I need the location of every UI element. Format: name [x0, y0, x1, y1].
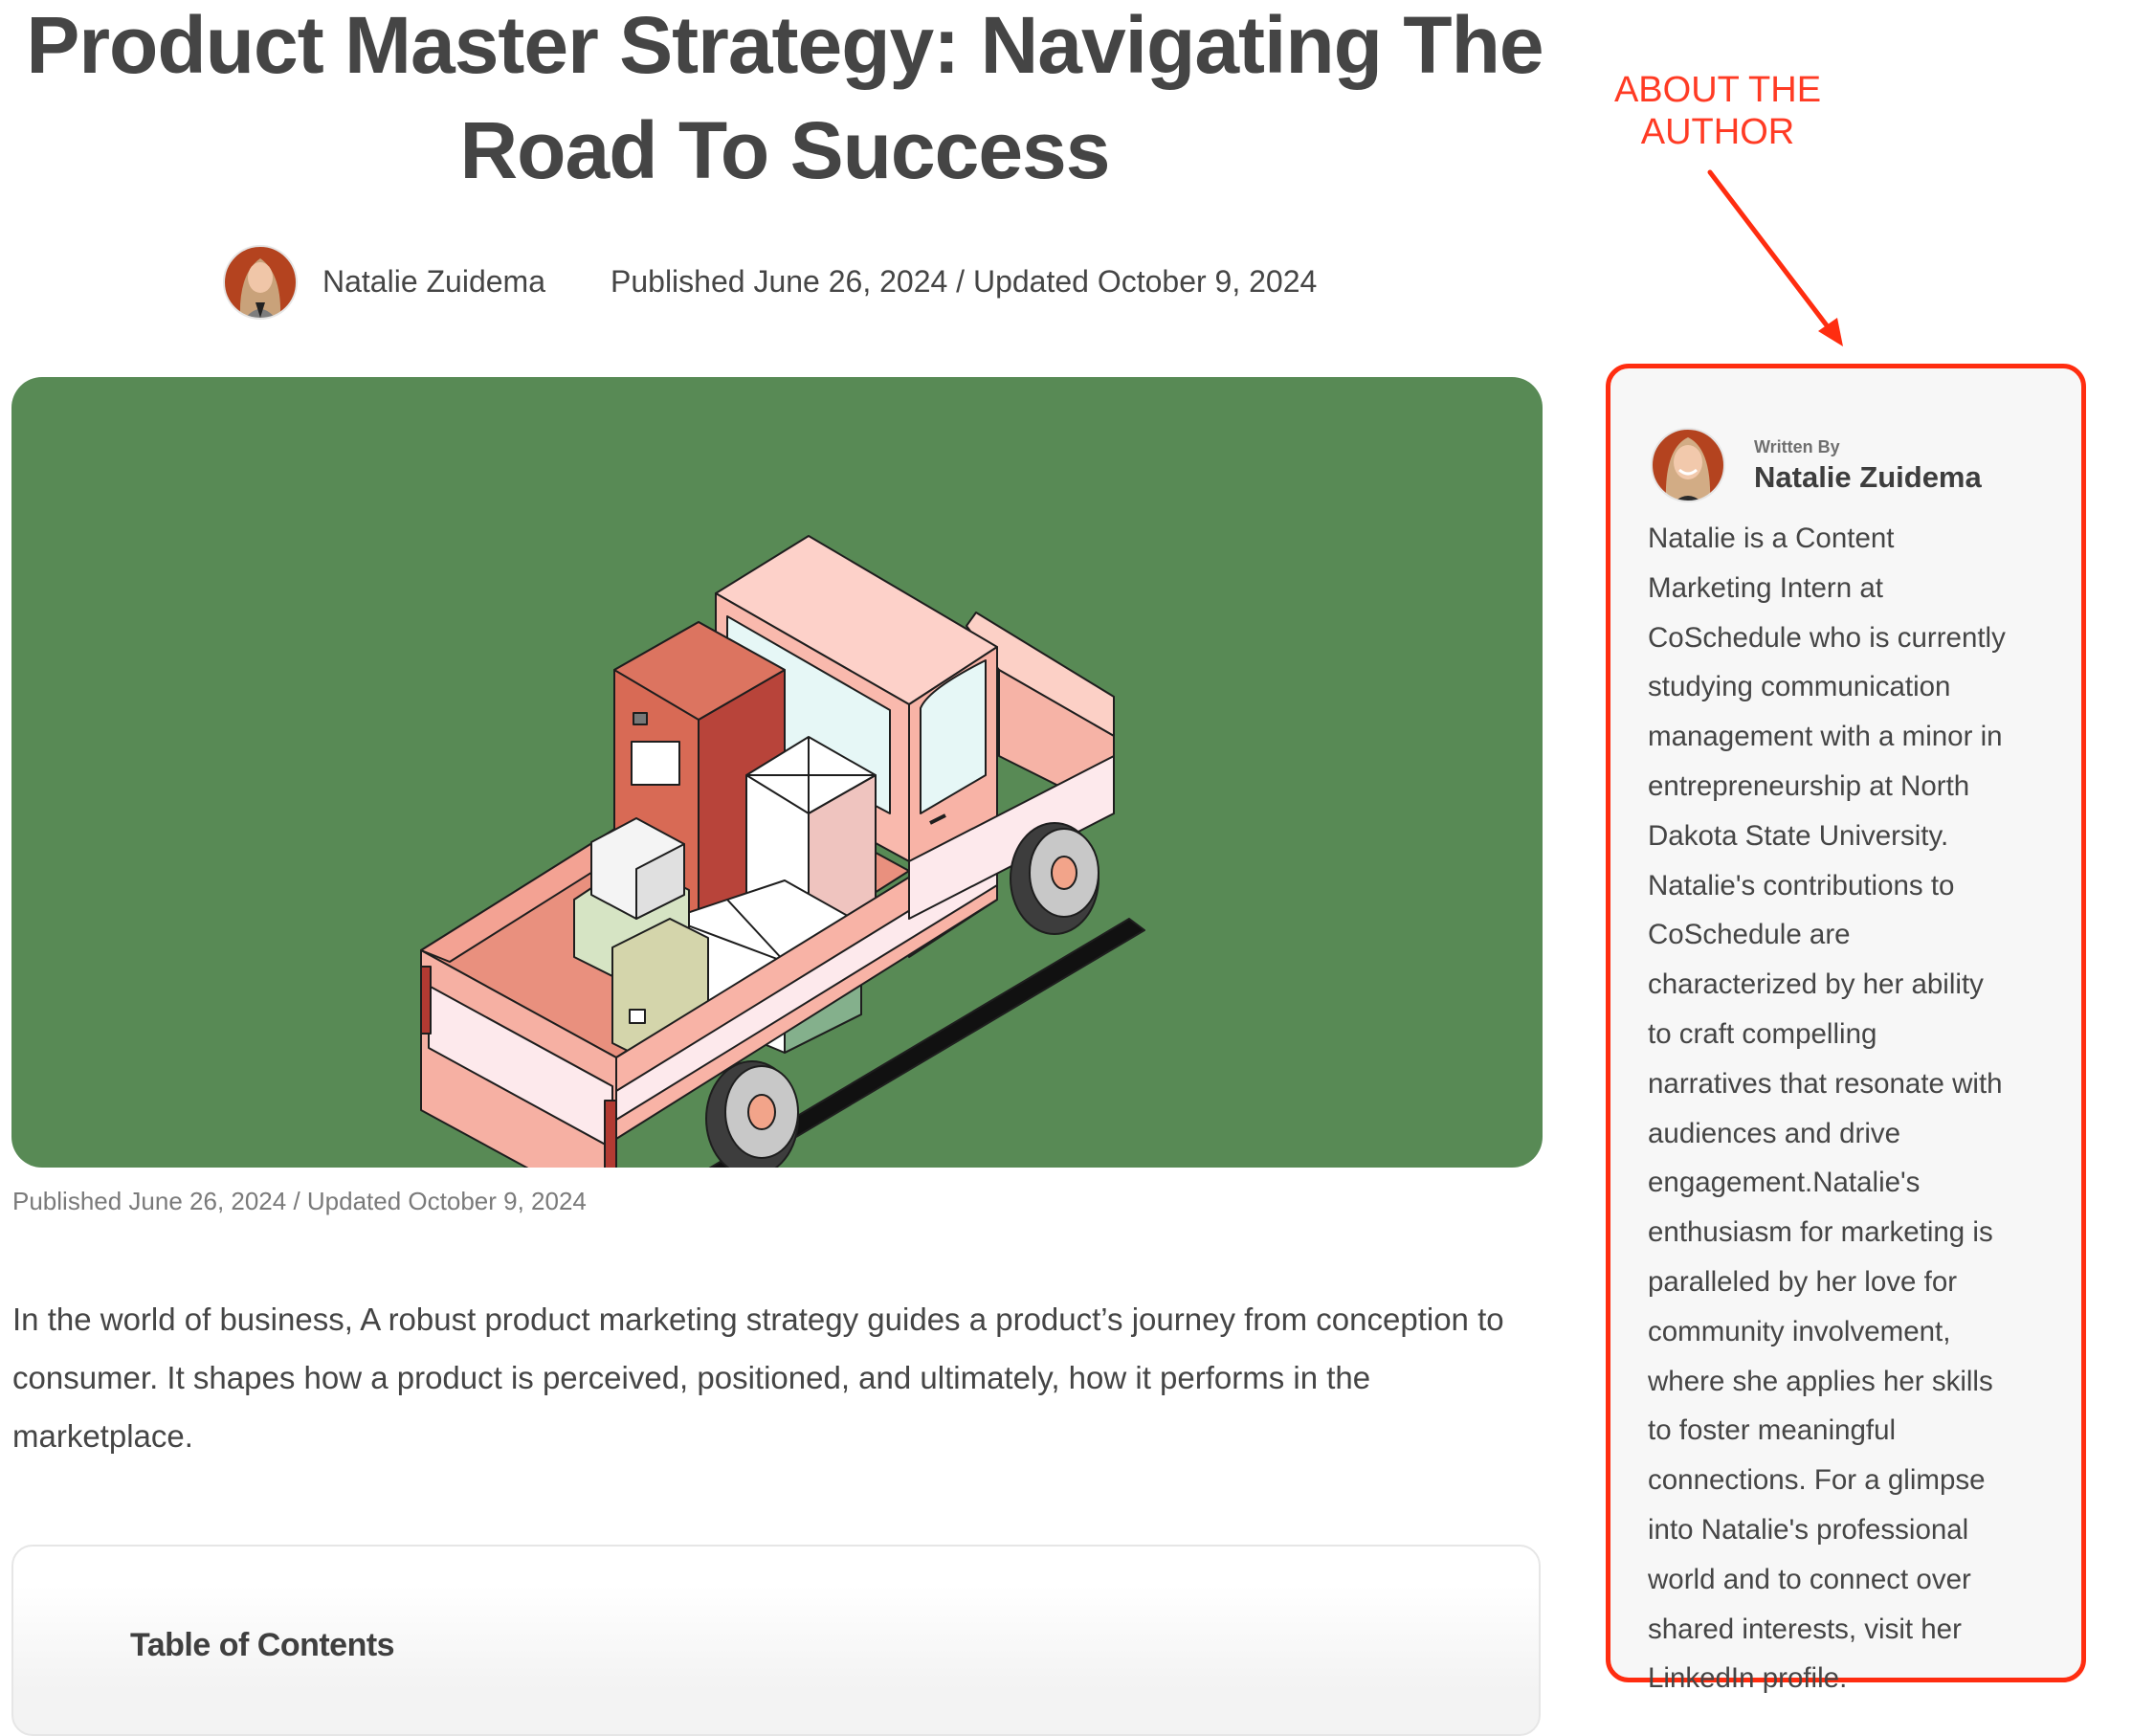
author-bio-line: into Natalie's professional: [1648, 1513, 1969, 1546]
annotation-label: ABOUT THE AUTHOR: [1588, 69, 1847, 153]
intro-paragraph: In the world of business, A robust produ…: [12, 1302, 1504, 1454]
author-bio-line: studying communication: [1648, 671, 1951, 703]
author-bio-line: community involvement,: [1648, 1315, 1951, 1347]
author-bio-line: CoSchedule who is currently: [1648, 621, 2006, 654]
table-of-contents: Table of Contents: [11, 1545, 1541, 1736]
author-bio-line[interactable]: LinkedIn profile.: [1648, 1654, 2050, 1703]
author-avatar[interactable]: [223, 245, 298, 320]
author-bio-line: paralleled by her love for: [1648, 1265, 1958, 1298]
image-caption-dates: Published June 26, 2024 / Updated Octobe…: [12, 1187, 587, 1215]
author-bio-line: connections. For a glimpse: [1648, 1464, 1986, 1497]
author-bio-line: Natalie is a Content: [1648, 523, 1895, 554]
author-bio: Natalie is a Content Marketing Intern at C…: [1648, 514, 2050, 1703]
author-bio-line: CoSchedule are: [1648, 919, 1851, 951]
author-bio-line: shared interests, visit her: [1648, 1613, 1962, 1645]
author-bio-line: to foster meaningful: [1648, 1414, 1897, 1447]
written-by-label: Written By: [1754, 437, 1840, 456]
author-bio-line: enthusiasm for marketing is: [1648, 1216, 1993, 1249]
author-bio-line: where she applies her skills: [1648, 1365, 1993, 1397]
hero-image: [11, 377, 1543, 1168]
author-bio-line: world and to connect over: [1648, 1563, 1971, 1595]
toc-title: Table of Contents: [130, 1627, 395, 1663]
truck-illustration: [420, 535, 1145, 1168]
author-bio-line: Marketing Intern at: [1648, 571, 1883, 604]
author-bio-line: Dakota State University.: [1648, 819, 1949, 852]
author-bio-line: narratives that resonate with: [1648, 1067, 2003, 1100]
annotation-arrow-icon: [1707, 169, 1843, 346]
author-bio-line: audiences and drive: [1648, 1117, 1901, 1149]
annotation-line-1: ABOUT THE: [1613, 70, 1822, 110]
annotation-line-2: AUTHOR: [1640, 112, 1795, 152]
article-title: Product Master Strategy: Navigating The …: [26, 0, 1543, 195]
avatar-photo-icon: [1651, 428, 1725, 502]
author-bio-line: engagement.Natalie's: [1648, 1167, 1921, 1199]
author-bio-line: to craft compelling: [1648, 1017, 1877, 1050]
author-card-name[interactable]: Natalie Zuidema: [1754, 460, 1982, 495]
author-bio-line: management with a minor in: [1648, 721, 2003, 753]
author-card: Written By Natalie Zuidema Natalie is a …: [1606, 364, 2086, 1694]
author-name-link[interactable]: Natalie Zuidema: [322, 264, 545, 300]
author-card-avatar[interactable]: [1651, 428, 1725, 502]
avatar-photo-icon: [223, 245, 298, 320]
author-bio-line: characterized by her ability: [1648, 968, 1984, 1001]
author-bio-line: entrepreneurship at North: [1648, 769, 1970, 802]
author-bio-line: Natalie's contributions to: [1648, 869, 1955, 901]
publish-dates: Published June 26, 2024 / Updated Octobe…: [611, 264, 1318, 299]
